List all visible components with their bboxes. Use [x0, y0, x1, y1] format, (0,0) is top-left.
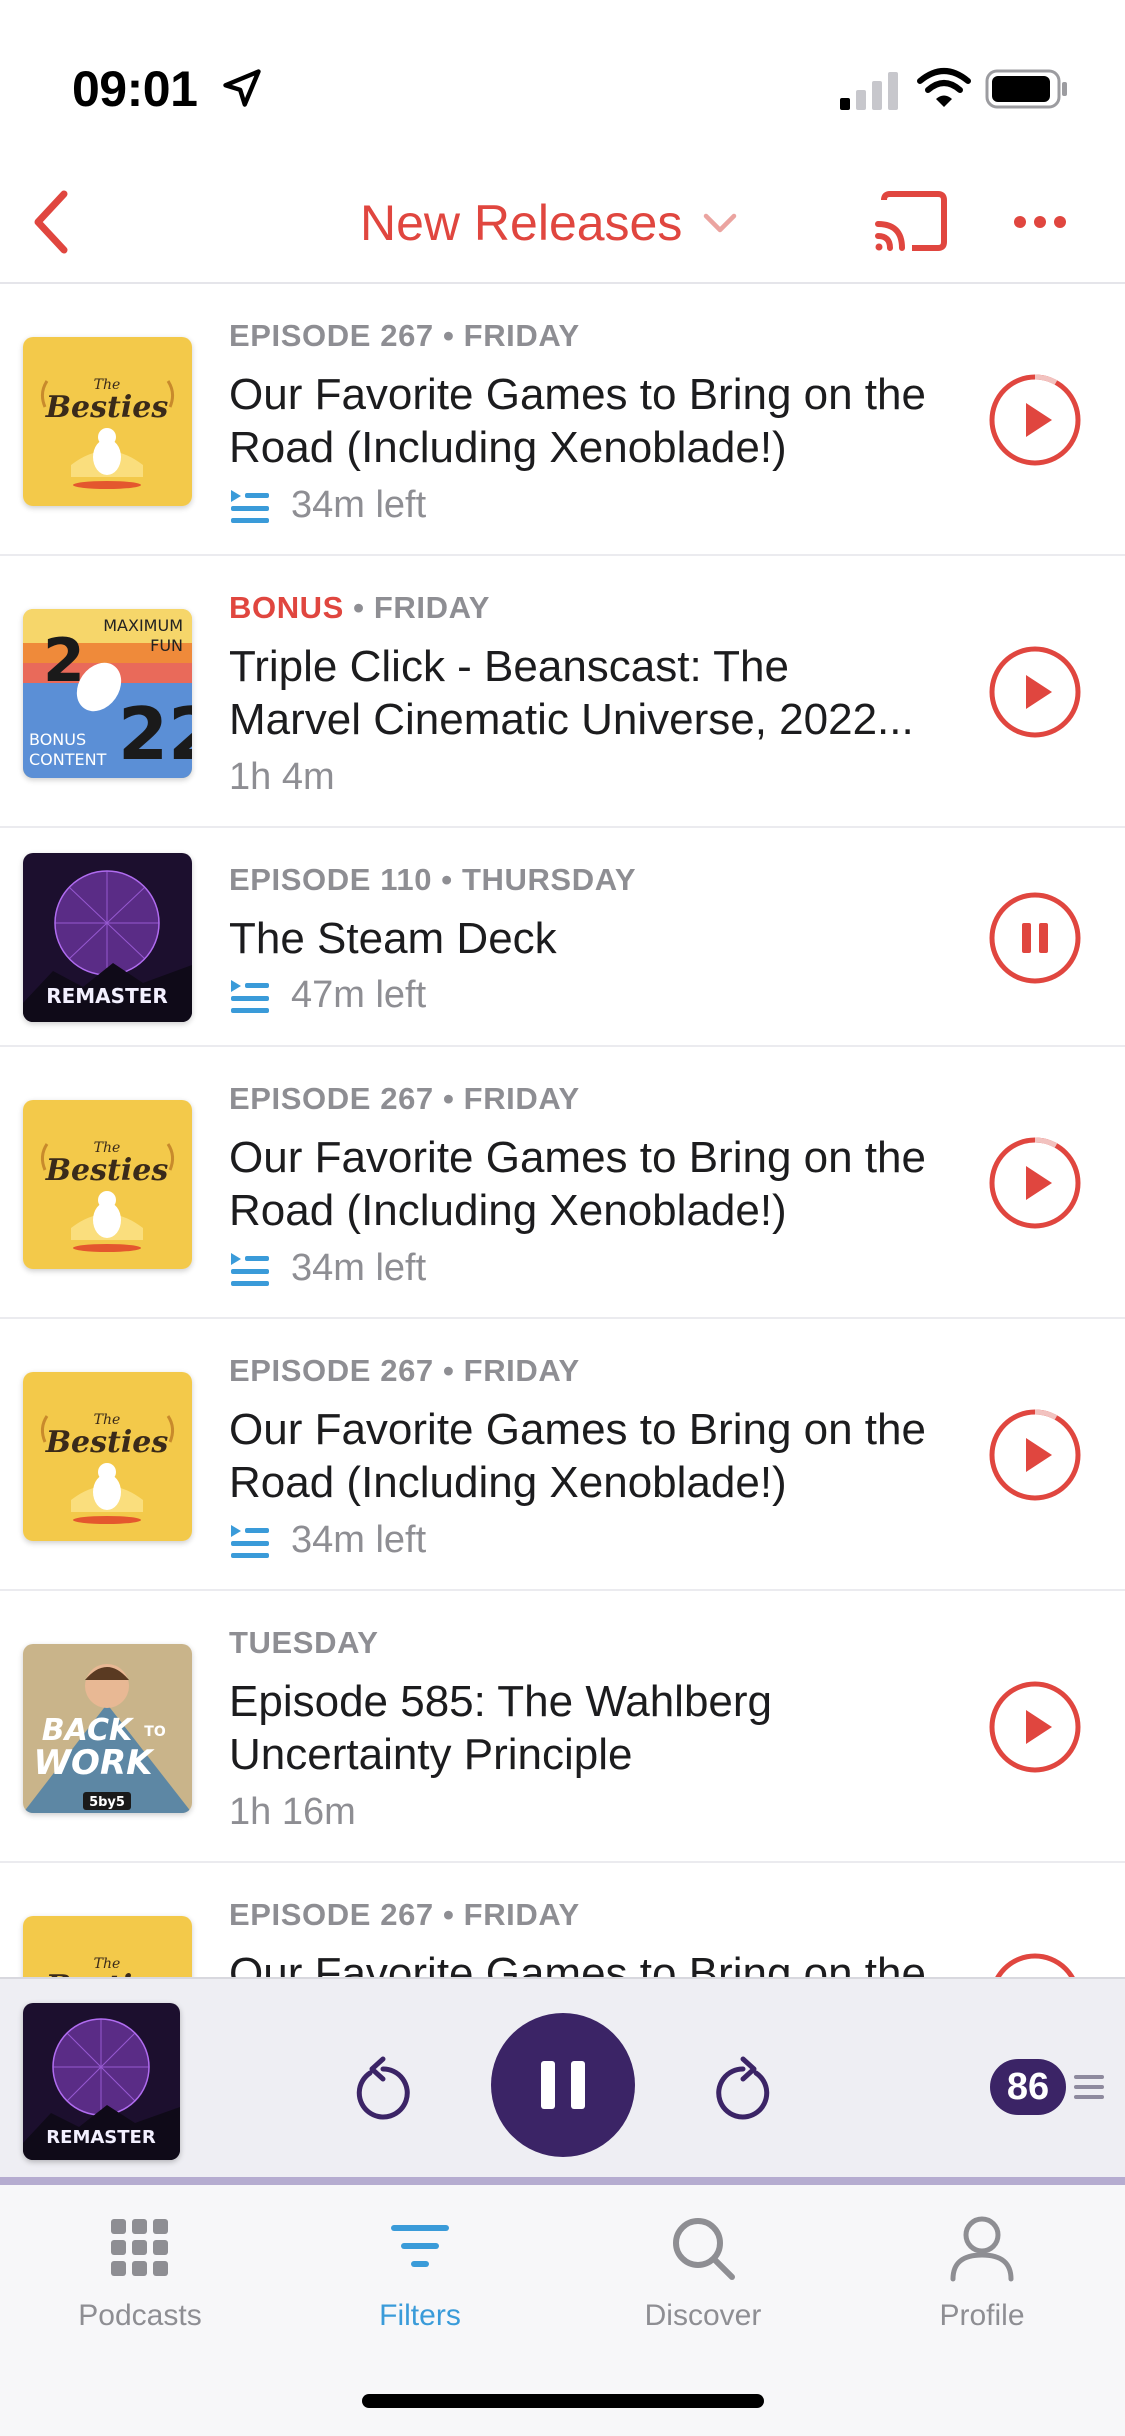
up-next-count: 86: [990, 2059, 1066, 2115]
home-indicator: [362, 2394, 764, 2408]
episode-meta: EPISODE 267 • FRIDAY: [229, 1353, 580, 1388]
episode-title: Our Favorite Games to Bring on the: [229, 1949, 926, 1977]
episode-meta: BONUS • FRIDAY: [229, 590, 490, 625]
episode-duration: 34m left: [229, 484, 426, 527]
skip-forward-icon[interactable]: [710, 2051, 776, 2123]
episode-meta: EPISODE 110 • THURSDAY: [229, 862, 637, 897]
location-arrow-icon: [223, 69, 261, 107]
svg-text:REMASTER: REMASTER: [46, 2127, 156, 2148]
svg-text:Besties: Besties: [45, 1425, 169, 1460]
play-button[interactable]: [988, 645, 1082, 739]
cast-icon[interactable]: [870, 186, 950, 256]
svg-text:22: 22: [118, 692, 192, 776]
mini-player[interactable]: REMASTER 86: [0, 1977, 1125, 2185]
play-button[interactable]: [988, 373, 1082, 467]
episode-duration: 1h 4m: [229, 756, 335, 798]
svg-text:CONTENT: CONTENT: [29, 750, 107, 769]
svg-text:REMASTER: REMASTER: [46, 984, 168, 1008]
play-button[interactable]: [988, 1952, 1082, 1977]
episode-row[interactable]: The Besties EPISODE 267 • FRIDAY Our Fav…: [0, 1047, 1125, 1319]
svg-text:WORK: WORK: [34, 1743, 156, 1783]
episode-row[interactable]: 2 22 MAXIMUM FUN BONUS CONTENT BONUS • F…: [0, 556, 1125, 828]
svg-text:Besties: Besties: [45, 1153, 169, 1188]
cellular-signal-icon: [840, 72, 898, 110]
now-playing-artwork[interactable]: REMASTER: [23, 2003, 180, 2160]
grid-icon: [111, 2219, 168, 2276]
podcast-artwork-the-besties: The Besties: [23, 1100, 192, 1269]
filter-icon: [391, 2225, 449, 2267]
tab-filters[interactable]: Filters: [320, 2213, 520, 2363]
episode-duration: 1h 16m: [229, 1791, 356, 1833]
episode-list: The Besties EPISODE 267 • FRIDAY Our Fav…: [0, 284, 1125, 1977]
episode-row[interactable]: REMASTER EPISODE 110 • THURSDAY The Stea…: [0, 828, 1125, 1047]
svg-text:5by5: 5by5: [89, 1795, 125, 1810]
up-next-queued-icon: [231, 489, 269, 523]
up-next-queued-icon: [231, 979, 269, 1013]
page-title: New Releases: [360, 195, 683, 251]
play-button[interactable]: [988, 1408, 1082, 1502]
svg-text:Besties: Besties: [45, 390, 169, 425]
episode-title: The Steam Deck: [229, 914, 557, 963]
tab-discover[interactable]: Discover: [603, 2213, 803, 2363]
tab-label: Filters: [379, 2299, 461, 2332]
episode-title: Episode 585: The Wahlberg Uncertainty Pr…: [229, 1677, 773, 1779]
play-button[interactable]: [988, 1136, 1082, 1230]
podcast-artwork-back-to-work: BACK TO WORK 5by5: [23, 1644, 192, 1813]
episode-title: Our Favorite Games to Bring on the Road …: [229, 1405, 926, 1507]
skip-back-icon[interactable]: [350, 2051, 416, 2123]
main-pause-button[interactable]: [491, 2013, 635, 2157]
status-time: 09:01: [72, 61, 198, 117]
more-options-icon[interactable]: [1010, 204, 1070, 240]
pause-button[interactable]: [988, 891, 1082, 985]
svg-text:TO: TO: [144, 1724, 166, 1740]
tab-label: Discover: [644, 2299, 762, 2332]
tab-podcasts[interactable]: Podcasts: [40, 2213, 240, 2363]
episode-duration: 47m left: [229, 974, 426, 1017]
podcast-artwork-the-besties: The Besties: [23, 1372, 192, 1541]
wifi-icon: [917, 68, 971, 107]
list-icon: [1074, 2075, 1104, 2099]
up-next-button[interactable]: 86: [990, 2059, 1110, 2115]
playback-progress: [0, 2177, 1125, 2185]
svg-text:FUN: FUN: [150, 636, 183, 655]
podcast-artwork-maximum-fun-bonus: 2 22 MAXIMUM FUN BONUS CONTENT: [23, 609, 192, 778]
episode-duration: 34m left: [229, 1247, 426, 1290]
episode-meta: EPISODE 267 • FRIDAY: [229, 1897, 580, 1932]
chevron-down-icon: [704, 213, 737, 233]
podcast-artwork-the-besties: The Besties: [23, 1916, 192, 1977]
episode-row[interactable]: The Besties EPISODE 267 • FRIDAY Our Fav…: [0, 1863, 1125, 1977]
svg-text:Besties: Besties: [45, 1969, 169, 1977]
episode-meta: TUESDAY: [229, 1625, 379, 1660]
svg-text:BONUS: BONUS: [29, 730, 86, 749]
tab-label: Profile: [939, 2299, 1025, 2332]
podcast-artwork-the-besties: The Besties: [23, 337, 192, 506]
tab-label: Podcasts: [78, 2299, 202, 2332]
episode-row[interactable]: The Besties EPISODE 267 • FRIDAY Our Fav…: [0, 1319, 1125, 1591]
battery-icon: [985, 69, 1067, 109]
tab-profile[interactable]: Profile: [882, 2213, 1082, 2363]
episode-meta: EPISODE 267 • FRIDAY: [229, 1081, 580, 1116]
up-next-queued-icon: [231, 1252, 269, 1286]
svg-text:MAXIMUM: MAXIMUM: [103, 616, 183, 635]
filter-title-dropdown[interactable]: New Releases: [360, 188, 740, 258]
episode-duration: 34m left: [229, 1519, 426, 1562]
back-chevron-icon[interactable]: [20, 182, 90, 262]
podcast-artwork-remaster: REMASTER: [23, 853, 192, 1022]
person-icon: [950, 2216, 1014, 2282]
episode-title: Triple Click - Beanscast: The Marvel Cin…: [229, 642, 914, 744]
episode-title: Our Favorite Games to Bring on the Road …: [229, 370, 926, 472]
episode-meta: EPISODE 267 • FRIDAY: [229, 318, 580, 353]
episode-row[interactable]: The Besties EPISODE 267 • FRIDAY Our Fav…: [0, 284, 1125, 556]
search-icon: [673, 2218, 735, 2280]
up-next-queued-icon: [231, 1524, 269, 1558]
episode-title: Our Favorite Games to Bring on the Road …: [229, 1133, 926, 1235]
status-bar: 09:01: [0, 0, 1125, 160]
play-button[interactable]: [988, 1680, 1082, 1774]
nav-bar: New Releases: [0, 160, 1125, 284]
episode-row[interactable]: BACK TO WORK 5by5 TUESDAY Episode 585: T…: [0, 1591, 1125, 1863]
